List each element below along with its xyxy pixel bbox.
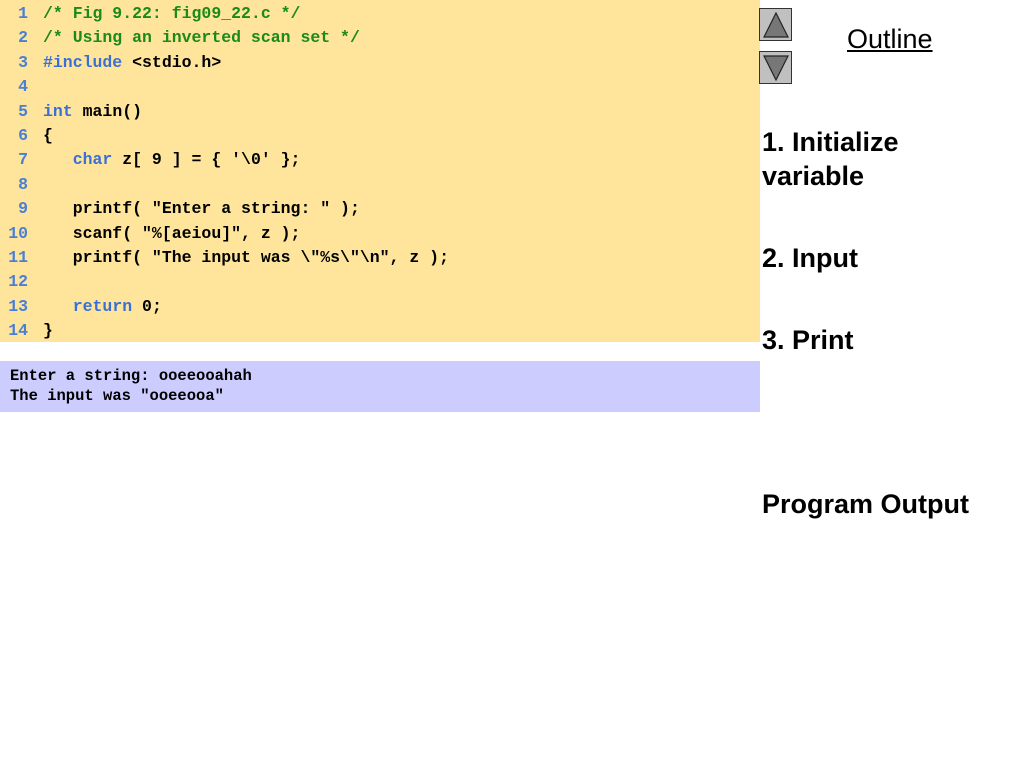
code-token: printf( "The input was \"%s\"\n", z ); <box>43 248 449 267</box>
code-text: printf( "The input was \"%s\"\n", z ); <box>43 246 449 270</box>
line-number: 14 <box>8 321 28 341</box>
outline-title: Outline <box>847 24 933 54</box>
code-token: return <box>72 296 133 316</box>
outline-step: 3. Print <box>762 325 854 355</box>
code-text: int main() <box>43 100 142 124</box>
code-token: z[ 9 ] = { '\0' }; <box>112 150 301 170</box>
output-line: Enter a string: ooeeooahah <box>10 367 252 385</box>
code-text: printf( "Enter a string: " ); <box>43 197 360 221</box>
line-number: 6 <box>18 126 28 145</box>
line-number: 11 <box>8 248 28 267</box>
code-text: /* Fig 9.22: fig09_22.c */ <box>43 2 300 26</box>
code-token: /* Fig 9.22: fig09_22.c */ <box>43 4 301 23</box>
code-text: char z[ 9 ] = { '\0' }; <box>43 148 301 172</box>
line-number: 4 <box>18 77 28 97</box>
output-line: The input was "ooeeooa" <box>10 387 224 405</box>
code-text: return 0; <box>43 295 162 319</box>
code-token: printf( "Enter a string: " ); <box>43 199 360 219</box>
triangle-up-icon <box>763 12 789 38</box>
line-number: 5 <box>18 101 28 121</box>
code-token: 0; <box>132 296 162 316</box>
line-number: 13 <box>8 296 28 316</box>
code-token: } <box>43 321 53 341</box>
code-token: scanf( "%[aeiou]", z ); <box>43 223 301 243</box>
code-text: } <box>43 319 53 343</box>
previous-slide-button[interactable] <box>759 8 792 41</box>
line-number: 10 <box>8 223 28 243</box>
line-number: 8 <box>18 174 28 194</box>
code-token: char <box>72 150 113 170</box>
line-number: 7 <box>18 150 28 170</box>
outline-step: Program Output <box>762 489 969 519</box>
code-text: /* Using an inverted scan set */ <box>43 26 360 50</box>
code-token: #include <box>43 52 123 72</box>
line-number: 9 <box>18 199 28 219</box>
triangle-down-icon <box>763 55 789 81</box>
code-token: main() <box>72 101 143 121</box>
code-token: int <box>43 101 73 121</box>
code-token: { <box>43 126 53 145</box>
program-output: Enter a string: ooeeooahah The input was… <box>0 361 760 412</box>
outline-step: 2. Input <box>762 243 858 273</box>
code-text: scanf( "%[aeiou]", z ); <box>43 222 301 246</box>
code-token: /* Using an inverted scan set */ <box>43 28 360 48</box>
line-number: 12 <box>8 272 28 292</box>
code-text: #include <stdio.h> <box>43 51 221 75</box>
outline-step: 1. Initialize variable <box>762 127 899 191</box>
next-slide-button[interactable] <box>759 51 792 84</box>
line-number: 1 <box>18 4 28 23</box>
code-listing: 1 /* Fig 9.22: fig09_22.c */ 2 /* Using an … <box>0 0 760 342</box>
line-number: 2 <box>18 28 28 48</box>
line-number: 3 <box>18 52 28 72</box>
code-text: { <box>43 124 53 148</box>
code-token: <stdio.h> <box>122 52 222 72</box>
